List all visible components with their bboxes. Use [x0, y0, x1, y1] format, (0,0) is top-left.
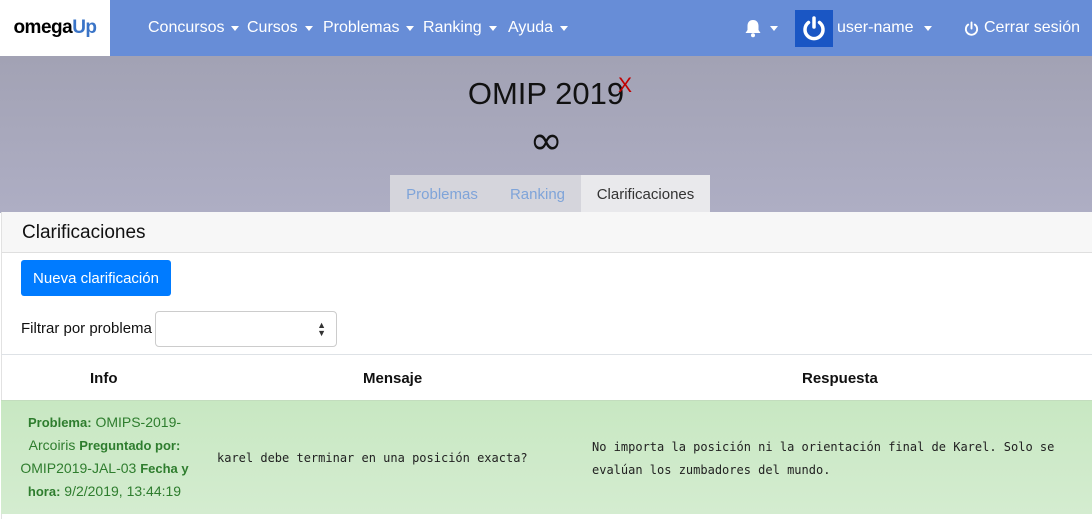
- power-icon: [964, 20, 979, 36]
- chevron-down-icon: [231, 25, 240, 31]
- clarification-message: karel debe terminar en una posición exac…: [217, 451, 528, 465]
- nav-cursos-label: Cursos: [247, 19, 298, 36]
- logo-up-text: Up: [72, 17, 97, 38]
- tab-ranking[interactable]: Ranking: [494, 175, 581, 213]
- chevron-down-icon: [304, 25, 313, 31]
- problema-label: Problema:: [27, 415, 92, 430]
- column-header-info: Info: [90, 370, 118, 387]
- tab-problemas-label: Problemas: [406, 185, 478, 203]
- nav-ranking[interactable]: Ranking: [423, 0, 497, 56]
- chevron-down-icon: [406, 25, 415, 31]
- new-clarification-button[interactable]: Nueva clarificación: [21, 260, 171, 296]
- tab-clarificaciones-label: Clarificaciones: [596, 185, 695, 203]
- nav-cursos[interactable]: Cursos: [247, 0, 313, 56]
- omegaup-user-icon: [803, 15, 825, 40]
- time-remaining: ∞: [529, 118, 563, 164]
- nav-concursos[interactable]: Concursos: [148, 0, 240, 56]
- logo-omega-text: omega: [13, 17, 73, 38]
- tab-ranking-label: Ranking: [509, 185, 566, 203]
- top-navbar: omegaUp Concursos Cursos Problemas Ranki…: [0, 0, 1092, 56]
- nav-ayuda-label: Ayuda: [508, 19, 554, 36]
- omegaup-logo[interactable]: omegaUp: [0, 0, 110, 56]
- problem-filter-select[interactable]: ▲ ▼: [155, 311, 337, 347]
- logout-link[interactable]: Cerrar sesión: [964, 0, 1080, 56]
- clarification-info: Problema: OMIPS-2019-Arcoiris Preguntado…: [17, 411, 192, 503]
- nav-ayuda[interactable]: Ayuda: [508, 0, 569, 56]
- notifications-button[interactable]: [743, 0, 778, 56]
- nav-problemas-label: Problemas: [323, 19, 400, 36]
- chevron-down-icon: [560, 25, 569, 31]
- clarification-answer-line2: evalúan los zumbadores del mundo.: [592, 463, 831, 477]
- tab-clarificaciones[interactable]: Clarificaciones: [581, 175, 710, 213]
- filter-label: Filtrar por problema: [21, 320, 152, 337]
- table-divider: [1, 354, 1092, 355]
- avatar[interactable]: [795, 10, 833, 47]
- new-clarification-label: Nueva clarificación: [33, 269, 159, 287]
- contest-title-mark: X: [618, 74, 633, 97]
- column-header-respuesta: Respuesta: [802, 370, 878, 387]
- username-label: user-name: [837, 19, 914, 36]
- nav-problemas[interactable]: Problemas: [323, 0, 415, 56]
- contest-title: OMIP 2019: [467, 76, 625, 111]
- preguntado-value: OMIP2019-JAL-03: [20, 460, 137, 476]
- preguntado-label: Preguntado por:: [79, 438, 181, 453]
- logout-label: Cerrar sesión: [984, 19, 1081, 36]
- tab-problemas[interactable]: Problemas: [390, 175, 494, 213]
- nav-ranking-label: Ranking: [423, 19, 482, 36]
- clarification-answer-line1: No importa la posición ni la orientación…: [592, 440, 1055, 454]
- nav-concursos-label: Concursos: [148, 19, 225, 36]
- chevron-down-icon: [488, 25, 497, 31]
- fecha-value: 9/2/2019, 13:44:19: [64, 483, 182, 499]
- card-header: Clarificaciones: [2, 212, 1092, 253]
- user-menu[interactable]: user-name: [837, 0, 933, 56]
- column-header-mensaje: Mensaje: [363, 370, 423, 387]
- chevron-down-icon: [770, 25, 778, 31]
- chevron-down-icon: [924, 25, 933, 31]
- select-arrows-icon: ▲ ▼: [317, 320, 326, 338]
- clarifications-heading: Clarificaciones: [22, 222, 146, 243]
- bell-icon: [745, 20, 761, 38]
